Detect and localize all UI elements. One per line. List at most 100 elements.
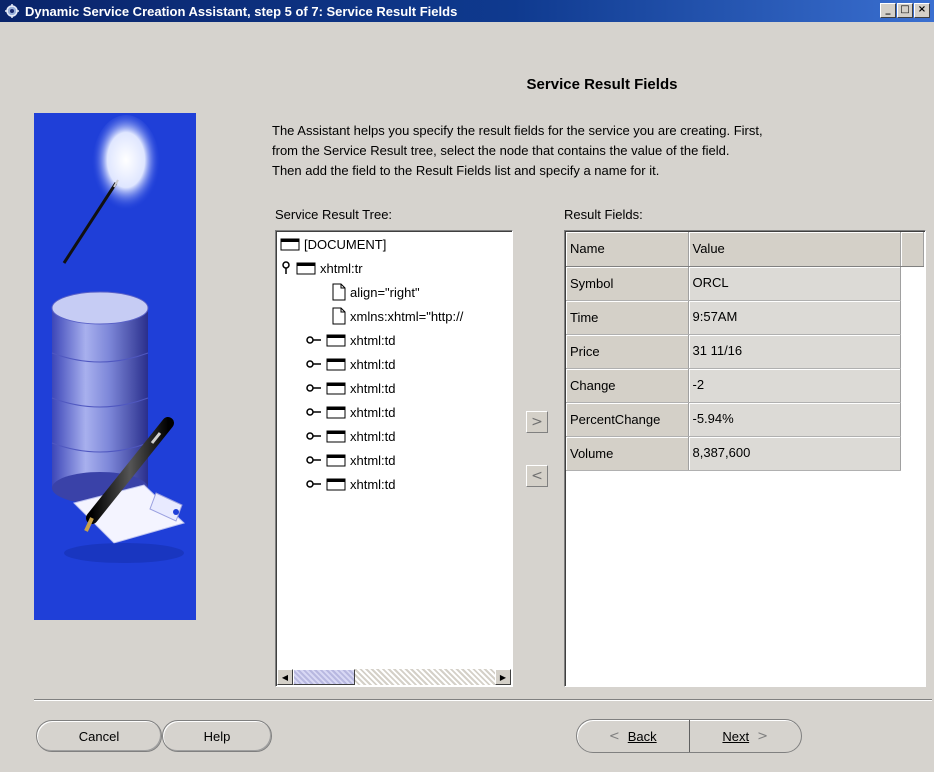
tree-node-label: xhtml:td [350,404,396,420]
intro-line: from the Service Result tree, select the… [272,143,730,158]
next-button[interactable]: Next > [688,720,802,752]
folder-icon [326,381,346,395]
title-bar[interactable]: Dynamic Service Creation Assistant, step… [0,0,934,22]
tree-node-xhtml-td[interactable]: xhtml:td [306,449,396,471]
tree-node-attribute[interactable]: align="right" [332,281,420,303]
field-value-text: -2 [692,377,705,392]
field-name[interactable]: Time [566,300,689,335]
folder-icon [280,237,300,251]
help-button[interactable]: Help [162,720,272,752]
field-value[interactable]: -5.94% [688,402,901,437]
field-name[interactable]: Symbol [566,266,689,301]
folder-icon [326,477,346,491]
folder-icon [326,453,346,467]
field-value-text: -5.94% [692,411,734,426]
folder-icon [326,357,346,371]
document-icon [332,283,346,301]
tree-horizontal-scrollbar[interactable]: ◀ ▶ [277,669,511,685]
collapsed-key-icon[interactable] [306,479,322,489]
tree-node-label: xhtml:td [350,452,396,468]
close-button[interactable]: × [914,3,930,18]
tree-node-xhtml-td[interactable]: xhtml:td [306,401,396,423]
tree-node-document[interactable]: [DOCUMENT] [280,233,386,255]
scroll-thumb[interactable] [293,669,355,685]
field-name[interactable]: Price [566,334,689,369]
collapsed-key-icon[interactable] [306,335,322,345]
collapsed-key-icon[interactable] [306,407,322,417]
table-row[interactable]: Price 31 11/16 [566,334,923,369]
wizard-illustration [34,113,196,620]
window-title: Dynamic Service Creation Assistant, step… [25,3,458,19]
tree-node-xhtml-td[interactable]: xhtml:td [306,353,396,375]
folder-icon [326,429,346,443]
tree-node-label: xhtml:td [350,332,396,348]
field-value-text: 31 11/16 [692,343,743,358]
expanded-key-icon[interactable] [280,261,292,275]
tree-node-xhtml-tr[interactable]: xhtml:tr [280,257,363,279]
scroll-right-arrow-icon[interactable]: ▶ [495,669,511,685]
table-header: Name Value [566,232,924,267]
back-button[interactable]: < Back [577,720,689,752]
minimize-button[interactable]: _ [880,3,896,18]
collapsed-key-icon[interactable] [306,455,322,465]
next-button-label: Next [722,728,750,744]
table-row[interactable]: PercentChange -5.94% [566,402,923,437]
tree-node-label: xmlns:xhtml="http:// [350,308,464,324]
intro-line: The Assistant helps you specify the resu… [272,123,763,138]
table-row[interactable]: Symbol ORCL [566,266,923,301]
tree-node-label: [DOCUMENT] [304,236,387,252]
field-value[interactable]: ORCL [688,266,901,301]
field-name[interactable]: Change [566,368,689,403]
field-name[interactable]: Volume [566,436,689,471]
tree-node-label: xhtml:td [350,356,396,372]
navigation-buttons: < Back Next > [576,719,802,753]
document-icon [332,307,346,325]
field-value-text: ORCL [692,275,729,290]
tree-node-xhtml-td[interactable]: xhtml:td [306,377,396,399]
scroll-track[interactable] [293,669,495,685]
result-table: Name Value Symbol ORCL Time 9:57AM Price… [566,232,924,471]
back-button-label: Back [627,728,657,744]
field-name[interactable]: PercentChange [566,402,689,437]
collapsed-key-icon[interactable] [306,431,322,441]
column-header-filler [900,232,924,267]
remove-field-button[interactable]: < [526,465,548,487]
column-header-value[interactable]: Value [688,232,901,267]
collapsed-key-icon[interactable] [306,359,322,369]
table-row[interactable]: Change -2 [566,368,923,403]
table-row[interactable]: Volume 8,387,600 [566,436,923,471]
intro-text: The Assistant helps you specify the resu… [272,121,932,181]
scroll-left-arrow-icon[interactable]: ◀ [277,669,293,685]
page-title: Service Result Fields [526,76,678,93]
folder-icon [326,405,346,419]
folder-icon [326,333,346,347]
column-header-name[interactable]: Name [566,232,689,267]
tree-node-xhtml-td[interactable]: xhtml:td [306,425,396,447]
tree-node-label: align="right" [350,284,420,300]
tree-label: Service Result Tree: [275,207,393,222]
maximize-button[interactable]: □ [897,3,913,18]
field-value-text: 9:57AM [692,309,738,324]
field-value[interactable]: -2 [688,368,901,403]
field-value[interactable]: 9:57AM [688,300,901,335]
tree-node-xhtml-td[interactable]: xhtml:td [306,473,396,495]
field-value[interactable]: 8,387,600 [688,436,901,471]
window-controls: _ □ × [880,3,930,18]
tree-node-xhtml-td[interactable]: xhtml:td [306,329,396,351]
table-row[interactable]: Time 9:57AM [566,300,923,335]
service-result-tree[interactable]: [DOCUMENT] xhtml:tr align="right" xmlns:… [275,230,513,687]
collapsed-key-icon[interactable] [306,383,322,393]
tree-node-label: xhtml:td [350,428,396,444]
intro-line: Then add the field to the Result Fields … [272,163,660,178]
add-field-button[interactable]: > [526,411,548,433]
cancel-button[interactable]: Cancel [36,720,162,752]
footer-separator [34,699,932,701]
result-fields-label: Result Fields: [564,207,643,222]
result-fields-table[interactable]: Name Value Symbol ORCL Time 9:57AM Price… [564,230,926,687]
field-value[interactable]: 31 11/16 [688,334,901,369]
tree-node-attribute[interactable]: xmlns:xhtml="http:// [332,305,463,327]
folder-icon [296,261,316,275]
back-arrow-icon: < [608,728,620,744]
app-icon [3,2,21,20]
tree-node-label: xhtml:td [350,380,396,396]
